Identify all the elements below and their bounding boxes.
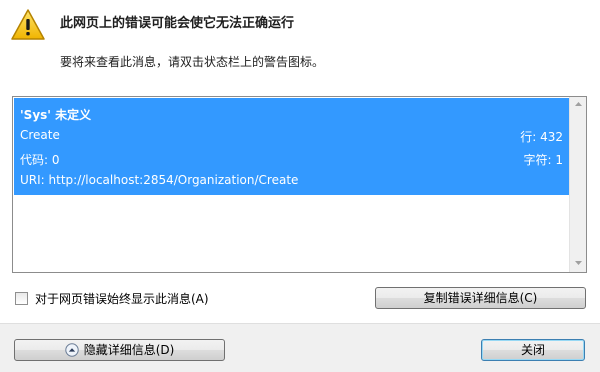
dialog-header: 此网页上的错误可能会使它无法正确运行 要将来查看此消息，请双击状态栏上的警告图标… <box>0 0 600 78</box>
scroll-down-button[interactable] <box>570 256 586 272</box>
always-show-option[interactable]: 对于网页错误始终显示此消息(A) <box>15 290 209 307</box>
hide-details-button[interactable]: 隐藏详细信息(D) <box>14 339 225 361</box>
dialog-footer: 隐藏详细信息(D) 关闭 <box>0 323 600 372</box>
scroll-up-arrow-icon <box>574 102 582 106</box>
error-uri: URI: http://localhost:2854/Organization/… <box>20 173 299 187</box>
error-name: 'Sys' 未定义 <box>20 108 92 122</box>
error-code: 代码: 0 <box>20 153 60 167</box>
scroll-down-arrow-icon <box>574 261 582 265</box>
dialog-title: 此网页上的错误可能会使它无法正确运行 <box>60 16 295 31</box>
dialog-subtitle: 要将来查看此消息，请双击状态栏上的警告图标。 <box>60 55 325 69</box>
error-function: Create <box>20 128 60 142</box>
scroll-up-button[interactable] <box>570 97 586 113</box>
chevron-up-circle-icon <box>64 343 79 357</box>
always-show-label: 对于网页错误始终显示此消息(A) <box>35 292 209 306</box>
error-details-list[interactable]: 'Sys' 未定义 Create 行: 432 代码: 0 字符: 1 URI:… <box>12 96 587 273</box>
close-button[interactable]: 关闭 <box>481 339 585 361</box>
vertical-scrollbar[interactable] <box>569 97 586 272</box>
error-line: 行: 432 <box>520 130 563 144</box>
error-char: 字符: 1 <box>523 153 564 167</box>
always-show-checkbox[interactable] <box>15 292 28 305</box>
selected-error-item[interactable]: 'Sys' 未定义 Create 行: 432 代码: 0 字符: 1 URI:… <box>14 98 569 195</box>
hide-details-label: 隐藏详细信息(D) <box>83 343 175 357</box>
warning-triangle-icon <box>11 9 45 40</box>
copy-error-details-button[interactable]: 复制错误详细信息(C) <box>375 287 586 309</box>
